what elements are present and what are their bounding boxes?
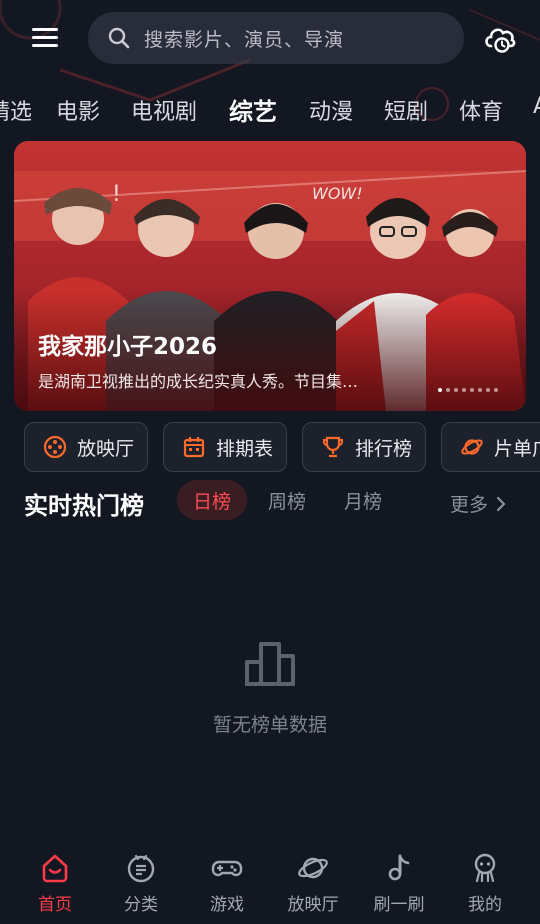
nav-label: 放映厅 [287,895,339,915]
nav-label: 首页 [38,895,72,915]
carousel-dot[interactable] [478,388,482,392]
top-bar: 搜索影片、演员、导演 [0,0,540,76]
tab-movies[interactable]: 电影 [56,94,100,126]
banner-description: 是湖南卫视推出的成长纪实真人秀。节目集… [38,372,359,391]
music-note-icon [388,854,410,881]
carousel-dot[interactable] [454,388,458,392]
tab-monthly-ranking[interactable]: 月榜 [344,480,382,520]
svg-text:WOW!: WOW! [312,184,363,203]
carousel-dot[interactable] [470,388,474,392]
tab-daily-ranking[interactable]: 日榜 [177,480,247,520]
chevron-right-icon [496,496,506,511]
search-icon [108,27,130,49]
menu-icon-line [32,36,58,39]
quick-ranking-button[interactable]: 排行榜 [302,422,426,472]
category-tabs: 精选 电影 电视剧 综艺 动漫 短剧 体育 A [0,88,540,132]
tab-weekly-ranking[interactable]: 周榜 [268,480,306,520]
home-icon [42,854,68,883]
tab-featured[interactable]: 精选 [0,94,32,126]
carousel-dot[interactable] [438,388,442,392]
category-icon [127,854,155,883]
nav-profile[interactable]: 我的 [442,852,528,915]
more-label: 更多 [450,494,489,516]
profile-icon [474,853,496,883]
nav-label: 我的 [468,895,502,915]
tab-variety[interactable]: 综艺 [229,92,277,127]
calendar-icon [183,437,205,458]
quick-label: 排行榜 [355,437,413,460]
more-link[interactable]: 更多 [450,490,506,517]
quick-label: 放映厅 [77,437,135,460]
bar-chart-icon [245,642,295,686]
banner-title: 我家那小子2026 [38,334,218,360]
svg-text:!: ! [112,182,121,207]
tab-anime[interactable]: 动漫 [309,94,353,126]
quick-playlist-button[interactable]: 片单广 [441,422,540,472]
cloud-history-button[interactable] [482,20,518,56]
hot-list-title: 实时热门榜 [24,492,144,520]
carousel-dot[interactable] [494,388,498,392]
carousel-dot[interactable] [486,388,490,392]
quick-label: 排期表 [216,437,274,460]
menu-button[interactable] [28,22,62,54]
search-placeholder: 搜索影片、演员、导演 [144,28,345,51]
nav-shorts[interactable]: 刷一刷 [356,852,442,915]
tab-sports[interactable]: 体育 [459,94,503,126]
tab-short-drama[interactable]: 短剧 [384,94,428,126]
cloud-clock-icon [485,28,516,53]
quick-schedule-button[interactable]: 排期表 [163,422,287,472]
quick-screening-hall-button[interactable]: 放映厅 [24,422,148,472]
menu-icon-line [32,44,58,47]
film-reel-icon [43,435,67,459]
nav-label: 刷一刷 [373,895,425,915]
quick-label: 片单广 [494,437,540,460]
carousel-indicator [438,388,498,392]
bottom-navigation: 首页 分类 游戏 放映厅 刷一刷 我的 [0,846,540,924]
carousel-dot[interactable] [446,388,450,392]
nav-screening-hall[interactable]: 放映厅 [270,852,356,915]
tab-tv-series[interactable]: 电视剧 [131,94,197,126]
nav-home[interactable]: 首页 [12,852,98,915]
carousel-dot[interactable] [462,388,466,392]
featured-banner[interactable]: WOW! ! 我家那小子2026 是湖南卫视推出的成长纪实真人秀。节目集… [14,141,526,411]
menu-icon-line [32,28,58,31]
empty-state-text: 暂无榜单数据 [212,714,327,736]
search-input[interactable]: 搜索影片、演员、导演 [88,12,464,64]
trophy-icon [323,436,343,458]
nav-games[interactable]: 游戏 [184,852,270,915]
gamepad-icon [211,860,243,877]
planet-icon [298,857,328,879]
nav-label: 游戏 [210,895,244,915]
tab-more-cut[interactable]: A [533,94,540,119]
nav-category[interactable]: 分类 [98,852,184,915]
nav-label: 分类 [124,895,158,915]
planet-icon [461,439,483,455]
